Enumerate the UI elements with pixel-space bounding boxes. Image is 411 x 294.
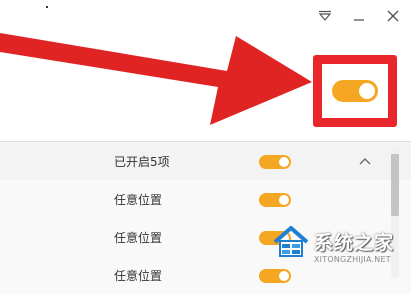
watermark-url: XITONGZHIJIA.NET — [314, 255, 391, 264]
main-toggle-switch[interactable] — [332, 80, 378, 102]
watermark: 系统之家 XITONGZHIJIA.NET — [271, 222, 411, 277]
watermark-title: 系统之家 — [314, 232, 395, 254]
highlight-inner — [322, 64, 388, 118]
list-item-label: 任意位置 — [114, 231, 163, 245]
chevron-up-icon[interactable] — [358, 154, 372, 168]
item-toggle-switch[interactable] — [259, 193, 291, 207]
header-toggle-switch[interactable] — [259, 155, 291, 169]
toggle-knob — [279, 157, 289, 167]
scrollbar-thumb[interactable] — [391, 154, 399, 216]
highlight-box — [313, 55, 397, 127]
list-header-label: 已开启5项 — [114, 155, 170, 169]
house-logo-icon — [273, 226, 309, 257]
toggle-knob — [359, 83, 375, 99]
list-header-row: 已开启5项 — [0, 142, 411, 180]
toggle-knob — [279, 195, 289, 205]
list-item: 任意位置 — [0, 180, 411, 218]
list-item-label: 任意位置 — [114, 193, 163, 207]
list-item-label: 任意位置 — [114, 269, 163, 283]
